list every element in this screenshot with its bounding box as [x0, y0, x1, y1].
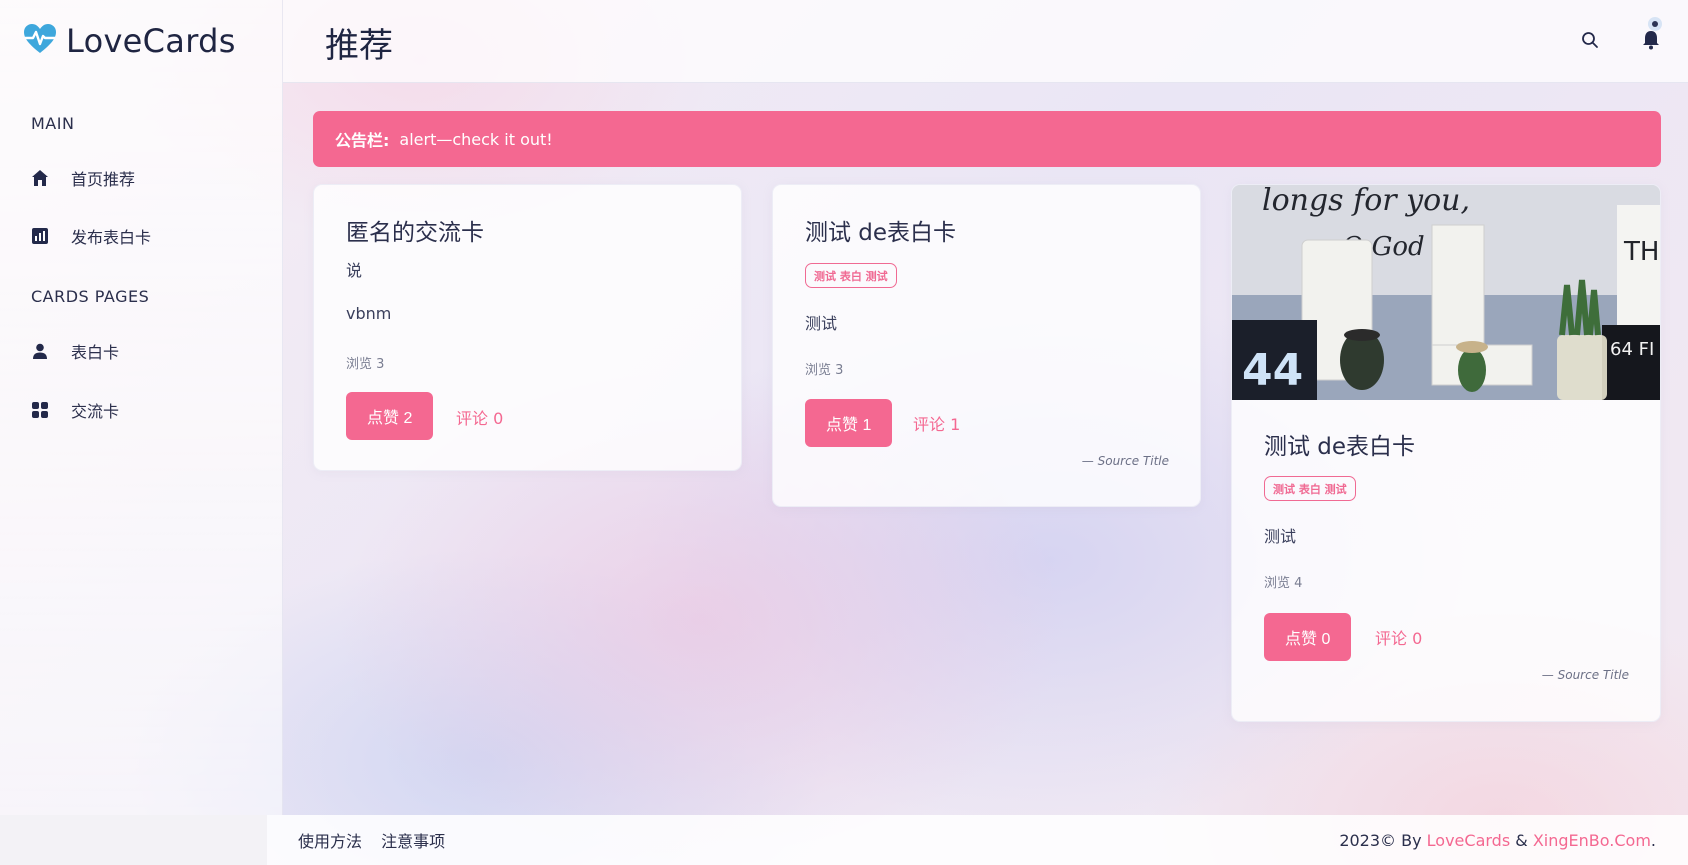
- photo-script-text: longs for you,: [1262, 185, 1470, 218]
- comment-link[interactable]: 评论 1: [913, 411, 960, 435]
- footer-author-link[interactable]: XingEnBo.Com: [1533, 831, 1651, 850]
- sidebar-item-label: 发布表白卡: [71, 228, 152, 247]
- search-icon[interactable]: [1578, 28, 1602, 52]
- app-name: LoveCards: [66, 22, 236, 60]
- heart-pulse-icon: [22, 23, 58, 59]
- copyright-text: 2023© By: [1339, 830, 1422, 850]
- alert-text: alert—check it out!: [399, 129, 553, 149]
- sidebar-item-label: 首页推荐: [71, 170, 136, 189]
- home-icon: [31, 169, 49, 187]
- card-exchange: 匿名的交流卡 说 vbnm 浏览 3 点赞 2 评论 0: [313, 184, 742, 471]
- card-text: 测试: [1264, 527, 1297, 546]
- like-button[interactable]: 点赞 0: [1264, 613, 1352, 661]
- source-title: — Source Title: [1541, 668, 1629, 682]
- top-header: 推荐: [283, 0, 1688, 83]
- view-count: 浏览 3: [346, 357, 385, 372]
- grid-icon: [31, 401, 49, 419]
- footer-link-usage[interactable]: 使用方法: [298, 832, 362, 851]
- card-love-image: longs for you, O God THE ARE 44 64 FI D1…: [1231, 184, 1661, 722]
- like-button[interactable]: 点赞 2: [346, 392, 434, 440]
- card-title: 匿名的交流卡: [346, 220, 484, 246]
- photo-board-text: THE ARE: [1623, 237, 1660, 267]
- page-title: 推荐: [325, 26, 393, 66]
- sidebar: LoveCards MAIN 首页推荐 发布表白卡 CARDS PAGES 表白…: [0, 0, 283, 815]
- view-count: 浏览 4: [1264, 576, 1303, 591]
- sidebar-footer-area: [0, 815, 267, 865]
- card-text: vbnm: [346, 304, 392, 323]
- card-title: 测试 de表白卡: [805, 220, 957, 246]
- tag-badge: 测试 表白 测试: [1264, 476, 1356, 501]
- sidebar-item-label: 交流卡: [71, 402, 120, 421]
- notification-badge: [1648, 17, 1662, 31]
- footer-copyright: 2023© By LoveCards & XingEnBo.Com.: [1339, 831, 1656, 850]
- sidebar-item-publish[interactable]: 发布表白卡: [31, 221, 151, 251]
- sidebar-item-label: 表白卡: [71, 343, 120, 362]
- alert-label: 公告栏:: [335, 131, 390, 150]
- view-count: 浏览 3: [805, 363, 844, 378]
- comment-link[interactable]: 评论 0: [1375, 625, 1422, 649]
- footer-brand-link[interactable]: LoveCards: [1427, 831, 1511, 850]
- card-title: 测试 de表白卡: [1264, 434, 1416, 460]
- announcement-alert: 公告栏: alert—check it out!: [313, 111, 1661, 167]
- sidebar-item-love-cards[interactable]: 表白卡: [31, 336, 119, 366]
- photo-clock-text: 44: [1242, 345, 1303, 396]
- user-icon: [31, 342, 49, 360]
- photo-board-numbers: 64 FI D13: [1610, 339, 1660, 360]
- card-love: 测试 de表白卡 测试 表白 测试 测试 浏览 3 点赞 1 评论 1 — So…: [772, 184, 1201, 507]
- tag-badge: 测试 表白 测试: [805, 263, 897, 288]
- like-button[interactable]: 点赞 1: [805, 399, 893, 447]
- bell-icon[interactable]: [1639, 28, 1663, 52]
- footer-amp: &: [1515, 830, 1528, 850]
- footer: 使用方法 注意事项 2023© By LoveCards & XingEnBo.…: [267, 815, 1688, 865]
- sidebar-item-home[interactable]: 首页推荐: [31, 163, 135, 193]
- nav-heading-cards-pages: CARDS PAGES: [31, 287, 150, 306]
- card-text: 说: [346, 261, 363, 280]
- comment-link[interactable]: 评论 0: [456, 405, 503, 429]
- nav-heading-main: MAIN: [31, 114, 75, 133]
- sidebar-item-exchange-cards[interactable]: 交流卡: [31, 395, 119, 425]
- footer-end: .: [1650, 830, 1656, 850]
- app-logo[interactable]: LoveCards: [22, 18, 236, 64]
- footer-links: 使用方法 注意事项: [298, 828, 459, 852]
- card-photo: longs for you, O God THE ARE 44 64 FI D1…: [1232, 185, 1660, 400]
- footer-link-notes[interactable]: 注意事项: [381, 832, 445, 851]
- source-title: — Source Title: [1081, 454, 1169, 468]
- chart-icon: [31, 227, 49, 245]
- card-text: 测试: [805, 314, 838, 333]
